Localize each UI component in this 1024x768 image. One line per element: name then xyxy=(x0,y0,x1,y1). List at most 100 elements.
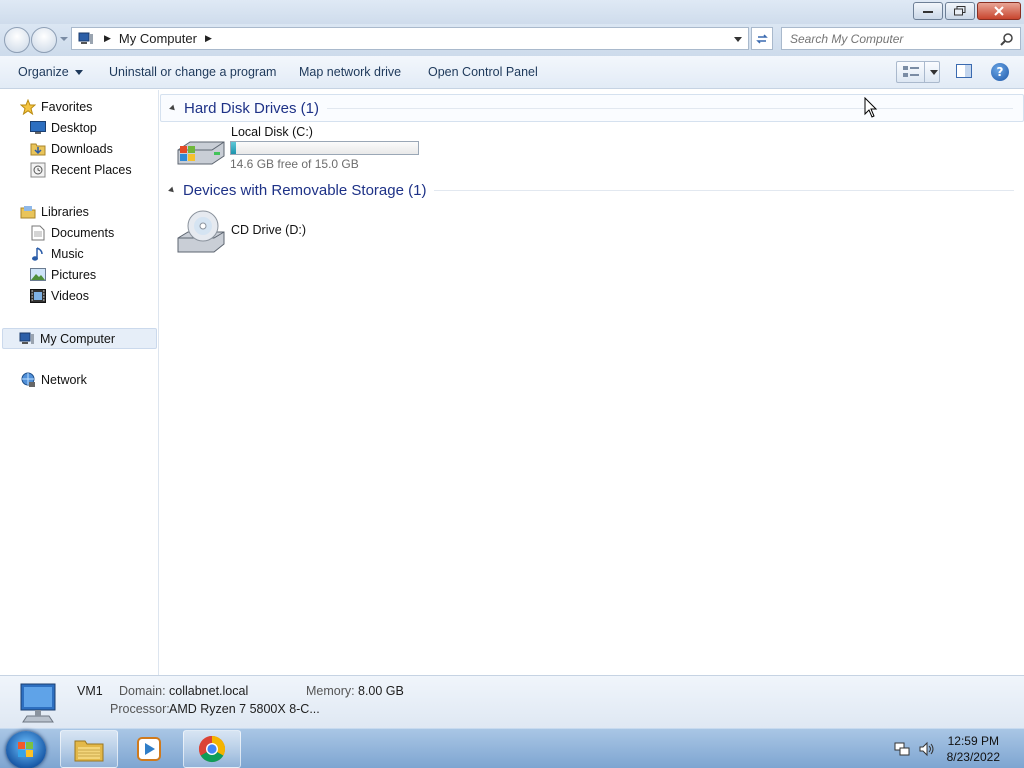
title-bar xyxy=(0,0,1024,24)
search-box[interactable] xyxy=(781,27,1021,50)
search-icon[interactable] xyxy=(1000,32,1014,46)
preview-pane-icon[interactable] xyxy=(956,64,972,78)
computer-icon xyxy=(20,683,56,723)
address-bar[interactable]: ▶ My Computer ▶ xyxy=(71,27,749,50)
recent-pages-dropdown[interactable] xyxy=(60,37,68,41)
sidebar-item-documents[interactable]: Documents xyxy=(30,225,114,241)
group-header-removable-storage[interactable]: Devices with Removable Storage (1) xyxy=(160,176,1024,204)
sidebar-item-label: Libraries xyxy=(41,205,89,219)
network-status-icon[interactable] xyxy=(894,741,910,757)
minimize-icon xyxy=(923,11,933,13)
help-icon[interactable]: ? xyxy=(991,63,1009,81)
close-button[interactable] xyxy=(977,2,1021,20)
network-icon xyxy=(20,372,36,388)
volume-icon[interactable] xyxy=(918,741,936,757)
close-icon xyxy=(994,6,1004,16)
breadcrumb-chevron-icon[interactable]: ▶ xyxy=(205,34,212,44)
map-network-drive-button[interactable]: Map network drive xyxy=(299,65,401,79)
sidebar-item-pictures[interactable]: Pictures xyxy=(30,267,96,283)
videos-icon xyxy=(30,288,46,304)
windows-explorer-icon xyxy=(74,740,104,762)
downloads-folder-icon xyxy=(30,141,46,157)
chevron-down-icon xyxy=(74,70,83,76)
window-controls xyxy=(913,2,1021,20)
clock[interactable]: 12:59 PM 8/23/2022 xyxy=(947,733,1000,765)
sidebar-item-libraries[interactable]: Libraries xyxy=(20,204,89,220)
sidebar-item-label: Pictures xyxy=(51,268,97,282)
collapse-icon[interactable] xyxy=(168,186,176,194)
sidebar-item-label: Music xyxy=(51,247,84,261)
disk-usage-bar xyxy=(230,141,419,155)
divider xyxy=(924,62,925,82)
minimize-button[interactable] xyxy=(913,2,943,20)
divider xyxy=(434,189,1014,191)
restore-icon xyxy=(954,6,966,16)
computer-icon xyxy=(19,331,35,347)
sidebar-item-label: Documents xyxy=(51,226,115,240)
sidebar-item-my-computer[interactable]: My Computer xyxy=(2,328,157,349)
pictures-icon xyxy=(30,267,46,283)
drive-item-cd-drive[interactable]: CD Drive (D:) xyxy=(176,208,336,256)
domain-label: Domain: xyxy=(119,684,166,698)
mouse-cursor-icon xyxy=(864,97,878,118)
back-button[interactable] xyxy=(4,27,30,53)
view-tiles-icon xyxy=(903,66,919,77)
taskbar-app-media-player[interactable] xyxy=(120,730,178,768)
domain-value: collabnet.local xyxy=(169,684,249,698)
drive-free-space: 14.6 GB free of 15.0 GB xyxy=(230,157,359,171)
organize-button[interactable]: Organize xyxy=(18,65,83,79)
breadcrumb-my-computer[interactable]: My Computer xyxy=(119,31,197,46)
drive-name: Local Disk (C:) xyxy=(231,125,313,139)
recent-places-icon xyxy=(30,162,46,178)
sidebar-item-recent-places[interactable]: Recent Places xyxy=(30,162,132,178)
hard-drive-icon xyxy=(177,141,225,165)
uninstall-program-button[interactable]: Uninstall or change a program xyxy=(109,65,276,79)
content-pane: Hard Disk Drives (1) Local Disk (C:) 14.… xyxy=(160,90,1024,675)
system-tray: 12:59 PM 8/23/2022 xyxy=(864,729,1024,768)
media-player-icon xyxy=(137,737,161,761)
taskbar-app-windows-explorer[interactable] xyxy=(60,730,118,768)
memory-label: Memory: xyxy=(306,684,355,698)
sidebar-item-label: Videos xyxy=(51,289,89,303)
sidebar-item-music[interactable]: Music xyxy=(30,246,84,262)
breadcrumb-chevron-icon[interactable]: ▶ xyxy=(104,34,111,44)
taskbar-app-chrome[interactable] xyxy=(183,730,241,768)
address-dropdown-icon[interactable] xyxy=(734,37,742,42)
divider xyxy=(327,107,1013,109)
sidebar-item-downloads[interactable]: Downloads xyxy=(30,141,113,157)
collapse-icon[interactable] xyxy=(169,104,177,112)
navigation-pane: Favorites Desktop Downloads Recent Place… xyxy=(0,90,159,675)
sidebar-item-videos[interactable]: Videos xyxy=(30,288,89,304)
processor-value: AMD Ryzen 7 5800X 8-C... xyxy=(169,702,320,716)
group-title: Hard Disk Drives (1) xyxy=(184,99,320,117)
cd-drive-icon xyxy=(177,210,225,253)
group-title: Devices with Removable Storage (1) xyxy=(183,181,427,199)
clock-time: 12:59 PM xyxy=(947,734,999,748)
refresh-button[interactable] xyxy=(751,27,773,50)
drive-item-local-disk[interactable]: Local Disk (C:) 14.6 GB free of 15.0 GB xyxy=(176,124,426,174)
search-input[interactable] xyxy=(790,31,990,46)
sidebar-item-label: Favorites xyxy=(41,100,93,114)
star-icon xyxy=(20,99,36,115)
restore-button[interactable] xyxy=(945,2,975,20)
address-row: ▶ My Computer ▶ xyxy=(0,24,1024,56)
music-icon xyxy=(30,246,46,262)
start-button[interactable] xyxy=(6,731,46,768)
sidebar-item-network[interactable]: Network xyxy=(20,372,87,388)
sidebar-item-label: Network xyxy=(41,373,87,387)
change-view-button[interactable] xyxy=(896,61,940,83)
sidebar-item-label: Recent Places xyxy=(51,163,132,177)
open-control-panel-button[interactable]: Open Control Panel xyxy=(428,65,538,79)
processor-label: Processor: xyxy=(110,702,170,716)
clock-date: 8/23/2022 xyxy=(946,750,1000,764)
sidebar-item-favorites[interactable]: Favorites xyxy=(20,99,92,115)
sidebar-item-desktop[interactable]: Desktop xyxy=(30,120,97,136)
taskbar: 12:59 PM 8/23/2022 xyxy=(0,728,1024,768)
memory-value: 8.00 GB xyxy=(358,684,404,698)
windows-logo-icon xyxy=(18,742,33,757)
forward-button[interactable] xyxy=(31,27,57,53)
command-bar: Organize Uninstall or change a program M… xyxy=(0,56,1024,89)
refresh-icon xyxy=(756,33,768,44)
group-header-hard-disk-drives[interactable]: Hard Disk Drives (1) xyxy=(160,94,1024,122)
chevron-down-icon[interactable] xyxy=(930,69,938,75)
